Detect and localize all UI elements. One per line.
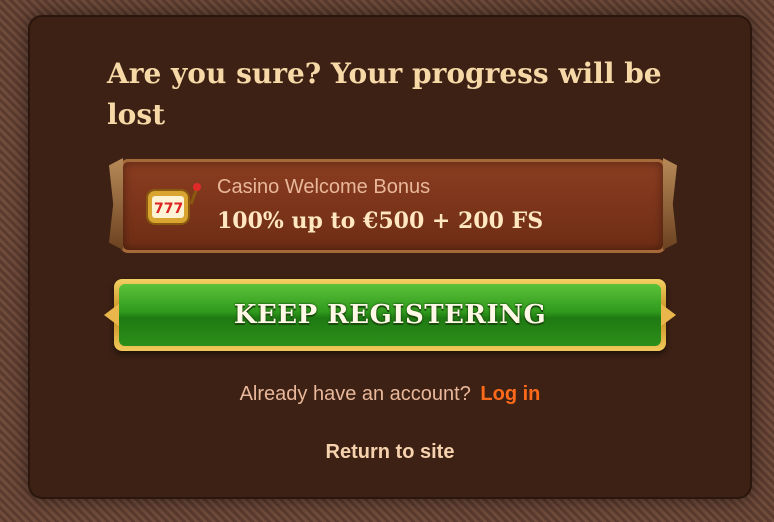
login-link[interactable]: Log in [480,383,540,405]
bonus-amount: 100% up to €500 + 200 FS [217,208,544,234]
bonus-banner: 777 Casino Welcome Bonus 100% up to €500… [109,158,677,253]
bonus-label: Casino Welcome Bonus [217,176,431,198]
arrow-left-ornament [104,303,120,327]
account-prompt-text: Already have an account? [239,383,471,405]
arrow-right-ornament [660,303,676,327]
return-to-site-link[interactable]: Return to site [30,441,750,464]
banner-right-ornament [663,158,677,250]
banner-left-ornament [109,158,123,250]
modal-title: Are you sure? Your progress will be lost [107,57,662,131]
account-prompt-row: Already have an account? Log in [30,383,750,406]
svg-text:777: 777 [154,201,183,217]
keep-registering-button[interactable]: KEEP REGISTERING [104,279,676,351]
exit-confirmation-modal: Are you sure? Your progress will be lost… [30,17,750,497]
keep-registering-label: KEEP REGISTERING [233,300,547,330]
slot-machine-icon: 777 [146,183,201,225]
keep-registering-button-face: KEEP REGISTERING [119,284,661,346]
